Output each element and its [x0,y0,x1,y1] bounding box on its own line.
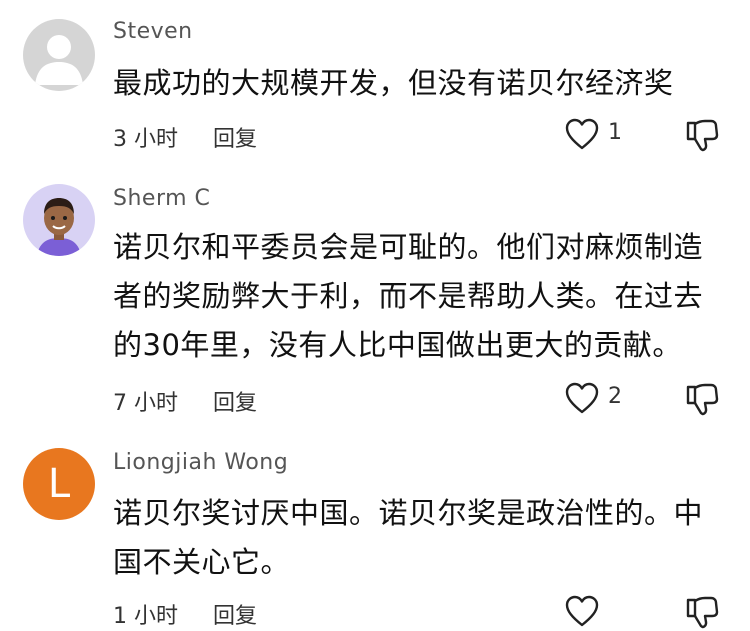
dislike-button[interactable] [684,378,720,418]
comment-text: 最成功的大规模开发，但没有诺贝尔经济奖 [113,59,718,108]
reply-button[interactable]: 回复 [213,385,257,417]
comment-line: 者的奖励弊大于利，而不是帮助人类。在过去 [113,279,704,313]
username[interactable]: Liongjiah Wong [113,450,288,475]
comment-text: 诺贝尔和平委员会是可耻的。他们对麻烦制造 者的奖励弊大于利，而不是帮助人类。在过… [113,223,718,370]
avatar-letter: L [47,461,71,507]
like-count: 2 [608,384,622,409]
like-button[interactable]: 2 [564,378,634,418]
like-count: 1 [608,120,622,145]
thumbs-down-outline-icon [686,383,719,416]
comment-line: 国不关心它。 [113,545,291,579]
comment-line: 最成功的大规模开发，但没有诺贝尔经济奖 [113,66,674,100]
username[interactable]: Sherm C [113,186,210,211]
avatar[interactable] [23,19,95,91]
timestamp: 3 小时 [113,127,178,152]
comment-line: 的30年里，没有人比中国做出更大的贡献。 [113,328,682,362]
comment-line: 诺贝尔奖讨厌中国。诺贝尔奖是政治性的。中 [113,496,704,530]
dislike-button[interactable] [684,591,720,631]
avatar[interactable]: L [23,448,95,520]
comment: Sherm C 诺贝尔和平委员会是可耻的。他们对麻烦制造 者的奖励弊大于利，而不… [0,170,750,440]
heart-outline-icon [565,595,599,627]
like-button[interactable]: 1 [564,114,634,154]
comment: L Liongjiah Wong 诺贝尔奖讨厌中国。诺贝尔奖是政治性的。中 国不… [0,440,750,629]
thumbs-down-outline-icon [686,596,719,629]
comment-line: 诺贝尔和平委员会是可耻的。他们对麻烦制造 [113,230,704,264]
dislike-button[interactable] [684,114,720,154]
timestamp: 1 小时 [113,604,178,629]
like-button[interactable] [564,591,634,631]
heart-outline-icon [565,382,599,414]
reply-button[interactable]: 回复 [213,121,257,153]
avatar[interactable] [23,184,95,256]
heart-outline-icon [565,118,599,150]
cartoon-avatar-icon [23,184,95,256]
thumbs-down-outline-icon [686,119,719,152]
comment: Steven 最成功的大规模开发，但没有诺贝尔经济奖 3 小时 回复 1 [0,0,750,170]
default-avatar-icon [23,19,95,91]
timestamp: 7 小时 [113,391,178,416]
username[interactable]: Steven [113,19,193,44]
reply-button[interactable]: 回复 [213,598,257,630]
comment-text: 诺贝尔奖讨厌中国。诺贝尔奖是政治性的。中 国不关心它。 [113,489,718,587]
